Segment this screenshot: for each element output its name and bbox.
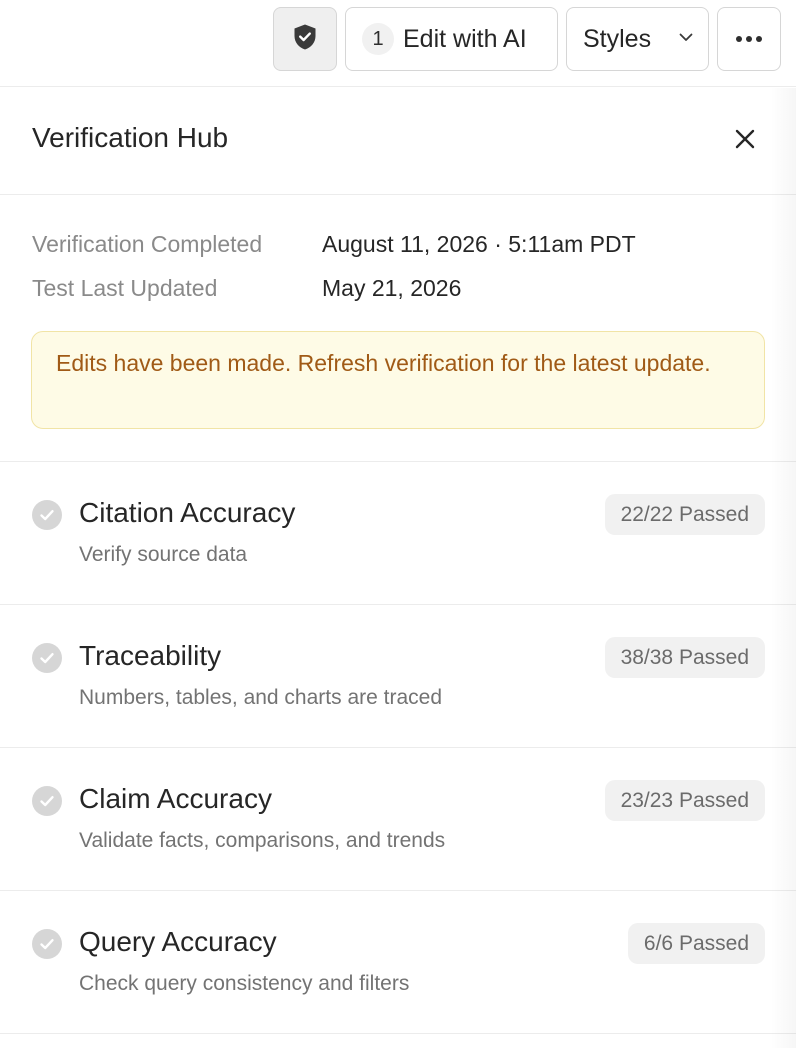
- verification-page: 1 Edit with AI Styles Verification Hub V…: [0, 0, 796, 1048]
- check-description: Numbers, tables, and charts are traced: [79, 686, 443, 709]
- check-title: Query Accuracy: [79, 926, 277, 957]
- close-button[interactable]: [727, 123, 763, 159]
- verification-meta: Verification Completed August 11, 2026 ·…: [0, 195, 796, 462]
- check-item-citation-accuracy[interactable]: Citation Accuracy Verify source data 22/…: [0, 462, 796, 605]
- styles-label: Styles: [583, 24, 652, 53]
- shield-check-icon: [292, 23, 318, 56]
- check-status-badge: 23/23 Passed: [604, 780, 765, 821]
- edit-with-ai-button[interactable]: 1 Edit with AI: [345, 7, 558, 71]
- more-horizontal-icon: [735, 30, 763, 48]
- check-circle-icon: [32, 500, 62, 530]
- panel-title: Verification Hub: [32, 122, 229, 153]
- verification-completed-row: Verification Completed August 11, 2026 ·…: [32, 229, 636, 259]
- test-last-updated-value: May 21, 2026: [322, 274, 462, 301]
- check-title: Traceability: [79, 640, 222, 671]
- verification-completed-label: Verification Completed: [32, 230, 263, 257]
- check-status-badge: 22/22 Passed: [604, 494, 765, 535]
- edits-warning-alert: Edits have been made. Refresh verificati…: [31, 331, 765, 429]
- chevron-down-icon: [678, 30, 694, 48]
- check-circle-icon: [32, 643, 62, 673]
- more-options-button[interactable]: [717, 7, 781, 71]
- check-description: Validate facts, comparisons, and trends: [79, 829, 446, 852]
- edit-count-badge: 1: [362, 23, 394, 55]
- check-item-traceability[interactable]: Traceability Numbers, tables, and charts…: [0, 605, 796, 748]
- check-circle-icon: [32, 929, 62, 959]
- test-last-updated-label: Test Last Updated: [32, 274, 218, 301]
- check-item-claim-accuracy[interactable]: Claim Accuracy Validate facts, compariso…: [0, 748, 796, 891]
- check-description: Verify source data: [79, 543, 248, 566]
- check-title: Claim Accuracy: [79, 783, 272, 814]
- close-icon: [734, 128, 756, 155]
- verification-shield-button[interactable]: [273, 7, 337, 71]
- styles-dropdown[interactable]: Styles: [566, 7, 709, 71]
- edit-with-ai-label: Edit with AI: [403, 24, 527, 53]
- check-status-badge: 6/6 Passed: [627, 923, 765, 964]
- check-description: Check query consistency and filters: [79, 972, 410, 995]
- check-circle-icon: [32, 786, 62, 816]
- check-item-query-accuracy[interactable]: Query Accuracy Check query consistency a…: [0, 891, 796, 1034]
- test-last-updated-row: Test Last Updated May 21, 2026: [32, 273, 461, 303]
- verification-completed-value: August 11, 2026 · 5:11am PDT: [322, 230, 636, 257]
- panel-header: Verification Hub: [0, 88, 796, 195]
- check-status-badge: 38/38 Passed: [604, 637, 765, 678]
- check-title: Citation Accuracy: [79, 497, 296, 528]
- toolbar: 1 Edit with AI Styles: [0, 0, 796, 87]
